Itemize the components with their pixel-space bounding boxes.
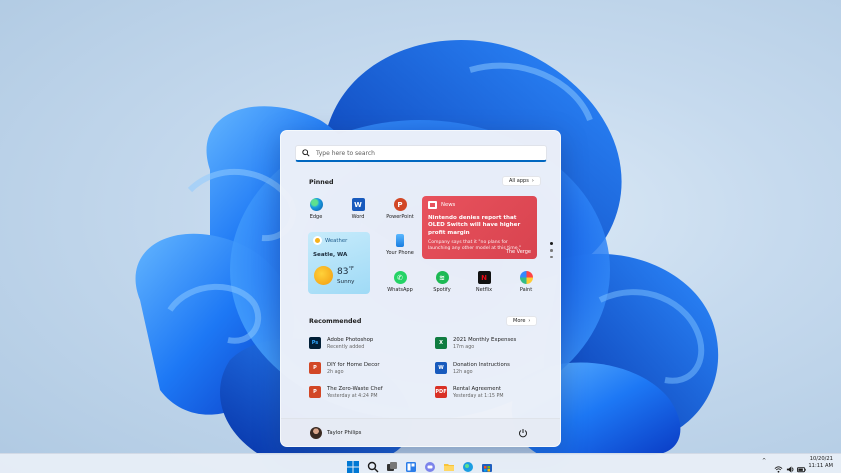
pinned-app-label: Edge (309, 214, 323, 220)
news-source: The Verge (505, 249, 531, 255)
pinned-app-label: Spotify (433, 287, 451, 293)
news-widget-title: News (441, 202, 456, 208)
recommended-item-title: Donation Instructions (453, 362, 510, 368)
sun-icon (314, 266, 333, 285)
pinned-app-powerpoint[interactable]: P PowerPoint (382, 198, 418, 220)
page-dot-active[interactable] (550, 242, 553, 245)
pinned-app-netflix[interactable]: N Netflix (466, 271, 502, 293)
recommended-item-subtitle: Yesterday at 1:15 PM (453, 394, 504, 399)
search-icon[interactable] (367, 458, 379, 473)
netflix-icon: N (477, 271, 491, 284)
page-dot[interactable] (550, 255, 553, 258)
weather-widget[interactable]: Weather Seatle, WA 83°F Sunny (308, 232, 370, 294)
page-indicator[interactable] (550, 242, 553, 262)
start-menu: Type here to search Pinned All apps › Ed… (280, 130, 561, 447)
word-icon: W (435, 362, 447, 374)
chevron-right-icon: › (531, 178, 534, 184)
spotify-icon: ≋ (435, 271, 449, 284)
volume-icon[interactable] (786, 459, 795, 473)
pinned-title: Pinned (309, 179, 334, 186)
pinned-app-label: Word (351, 214, 365, 220)
taskbar: ^ 10/20/21 11:11 AM (0, 453, 841, 473)
widgets-icon[interactable] (405, 458, 417, 472)
phone-icon (396, 234, 404, 247)
teams-chat-icon[interactable] (424, 458, 436, 472)
recommended-item[interactable]: W Donation Instructions 12h ago (435, 362, 510, 375)
weather-temperature: 83°F (337, 266, 354, 277)
all-apps-button[interactable]: All apps › (502, 176, 541, 186)
windows-start-icon[interactable] (347, 458, 359, 473)
recommended-item-subtitle: 12h ago (453, 370, 473, 375)
pinned-app-label: Netflix (475, 287, 493, 293)
clock-date: 10/20/21 (809, 456, 833, 462)
news-headline: Nintendo denies report that OLED Switch … (428, 215, 521, 236)
recommended-item[interactable]: Ps Adobe Photoshop Recently added (309, 337, 373, 350)
powerpoint-icon: P (309, 362, 321, 374)
power-icon[interactable] (518, 428, 528, 438)
task-view-icon[interactable] (386, 458, 398, 471)
news-widget[interactable]: News Nintendo denies report that OLED Sw… (422, 196, 537, 259)
recommended-item-title: 2021 Monthly Expenses (453, 337, 517, 343)
search-box[interactable]: Type here to search (295, 145, 547, 162)
temperature-unit: °F (348, 266, 354, 272)
photoshop-icon: Ps (309, 337, 321, 349)
recommended-item-subtitle: 2h ago (327, 370, 344, 375)
pdf-icon: PDF (435, 386, 447, 398)
weather-condition: Sunny (337, 279, 355, 285)
recommended-item-title: Rental Agreement (453, 386, 501, 392)
pinned-app-label: Paint (519, 287, 533, 293)
temperature-value: 83 (337, 267, 349, 277)
search-icon (302, 149, 310, 157)
edge-icon[interactable] (462, 458, 474, 472)
page-dot[interactable] (550, 249, 553, 252)
edge-icon (309, 198, 323, 211)
store-icon[interactable] (481, 458, 493, 472)
user-name[interactable]: Taylor Philips (327, 430, 361, 436)
start-footer: Taylor Philips (281, 418, 560, 446)
chevron-right-icon: › (528, 318, 531, 324)
wifi-icon[interactable] (774, 459, 783, 473)
weather-city: Seatle, WA (313, 252, 348, 258)
recommended-item[interactable]: P DIY for Home Decor 2h ago (309, 362, 380, 375)
file-explorer-icon[interactable] (443, 458, 455, 471)
battery-icon[interactable] (797, 459, 806, 473)
recommended-item[interactable]: X 2021 Monthly Expenses 17m ago (435, 337, 516, 350)
weather-widget-title: Weather (325, 237, 348, 244)
system-clock[interactable]: 10/20/21 11:11 AM (808, 456, 833, 471)
news-icon (428, 201, 437, 209)
pinned-app-your-phone[interactable]: Your Phone (382, 234, 418, 256)
pinned-app-whatsapp[interactable]: ✆ WhatsApp (382, 271, 418, 293)
search-placeholder: Type here to search (316, 149, 375, 157)
pinned-app-label: WhatsApp (387, 287, 413, 293)
whatsapp-icon: ✆ (393, 271, 407, 284)
pinned-app-paint[interactable]: Paint (508, 271, 544, 293)
pinned-app-label: PowerPoint (386, 214, 414, 220)
pinned-app-label: Your Phone (386, 250, 414, 256)
recommended-item[interactable]: PDF Rental Agreement Yesterday at 1:15 PM (435, 386, 503, 399)
recommended-title: Recommended (309, 318, 362, 325)
all-apps-label: All apps (509, 178, 529, 184)
paint-icon (519, 271, 533, 284)
word-icon: W (351, 198, 365, 211)
weather-icon (313, 236, 322, 245)
recommended-item-title: DIY for Home Decor (327, 362, 380, 368)
recommended-item-subtitle: Yesterday at 4:24 PM (327, 394, 378, 399)
recommended-item-subtitle: Recently added (327, 345, 365, 350)
powerpoint-icon: P (393, 198, 407, 211)
avatar[interactable] (310, 427, 322, 439)
chevron-up-icon[interactable]: ^ (762, 458, 766, 464)
recommended-item-title: Adobe Photoshop (327, 337, 374, 343)
recommended-item-subtitle: 17m ago (453, 345, 475, 350)
more-button[interactable]: More › (506, 316, 538, 326)
powerpoint-icon: P (309, 386, 321, 398)
excel-icon: X (435, 337, 447, 349)
clock-time: 11:11 AM (808, 463, 833, 470)
recommended-item-title: The Zero-Waste Chef (327, 386, 383, 392)
pinned-app-word[interactable]: W Word (340, 198, 376, 220)
more-label: More (513, 318, 526, 324)
pinned-app-edge[interactable]: Edge (298, 198, 334, 220)
pinned-app-spotify[interactable]: ≋ Spotify (424, 271, 460, 293)
recommended-item[interactable]: P The Zero-Waste Chef Yesterday at 4:24 P… (309, 386, 383, 399)
